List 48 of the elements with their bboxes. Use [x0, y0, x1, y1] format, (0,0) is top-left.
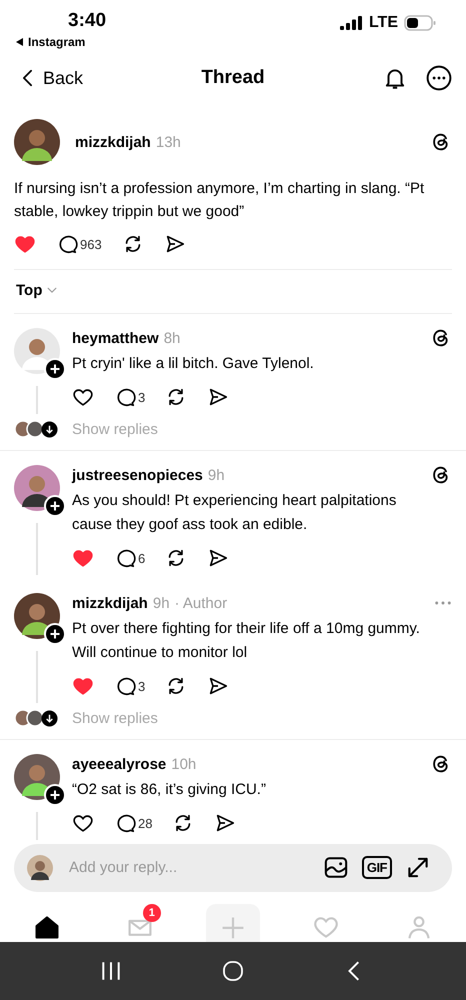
- network-label: LTE: [368, 14, 398, 32]
- reply-count: 3: [138, 390, 146, 405]
- chevron-down-icon: [47, 287, 58, 294]
- username[interactable]: justreesenopieces: [72, 466, 203, 484]
- signal-icon: [338, 16, 363, 30]
- reply-field[interactable]: Add your reply... GIF: [14, 844, 452, 892]
- reply-text: Pt over there fighting for their life off a 10mg gummy. Will continue to monitor lol: [72, 619, 421, 664]
- follow-plus-icon[interactable]: [44, 784, 66, 806]
- post-text: If nursing isn’t a profession anymore, I’m charting in slang. “Pt stable, lowkey trippin but we good”: [14, 179, 426, 222]
- reply-count: 963: [80, 236, 102, 252]
- image-icon[interactable]: [324, 856, 348, 880]
- status-time: 3:40: [68, 10, 106, 32]
- avatar: [27, 854, 53, 881]
- chevron-left-icon: [22, 69, 33, 88]
- recent-apps-icon[interactable]: [100, 960, 122, 982]
- username[interactable]: heymatthew: [72, 330, 159, 347]
- reply-count: 3: [138, 678, 146, 694]
- expand-icon[interactable]: [406, 856, 430, 880]
- battery-icon: [404, 15, 436, 31]
- reply-time: 9h: [152, 594, 170, 612]
- author-tag: · Author: [174, 594, 228, 612]
- reply-count: 28: [138, 816, 152, 831]
- follow-plus-icon[interactable]: [44, 495, 66, 518]
- follow-plus-icon[interactable]: [44, 358, 66, 380]
- reply-text: “O2 sat is 86, it’s giving ICU.”: [72, 780, 267, 800]
- reply-time: 10h: [171, 756, 196, 773]
- page-title: Thread: [201, 67, 265, 90]
- reply-text: As you should! Pt experiencing heart palpitations cause they goof ass took an edible.: [72, 491, 398, 536]
- notification-badge: 1: [142, 904, 161, 922]
- reply-avatars-icon: [14, 420, 44, 438]
- username[interactable]: mizzkdijah: [75, 134, 151, 151]
- avatar[interactable]: [14, 119, 60, 166]
- back-to-app-link[interactable]: Instagram: [16, 35, 86, 49]
- back-button[interactable]: Back: [22, 68, 84, 89]
- gif-button[interactable]: GIF: [362, 856, 392, 880]
- reply-time: 8h: [164, 330, 180, 347]
- back-triangle-icon: [16, 38, 24, 46]
- username[interactable]: ayeeealyrose: [72, 756, 166, 773]
- follow-plus-icon[interactable]: [44, 623, 66, 646]
- reply-avatars-icon: [14, 709, 44, 728]
- username[interactable]: mizzkdijah: [72, 594, 148, 612]
- more-options-icon[interactable]: [426, 65, 452, 92]
- sort-dropdown[interactable]: Top: [16, 282, 58, 300]
- reply-count: 6: [138, 550, 146, 566]
- reply-time: 9h: [208, 466, 225, 484]
- reply-text: Pt cryin' like a lil bitch. Gave Tylenol.: [72, 354, 315, 374]
- post-time: 13h: [156, 134, 181, 151]
- home-icon[interactable]: [34, 914, 60, 940]
